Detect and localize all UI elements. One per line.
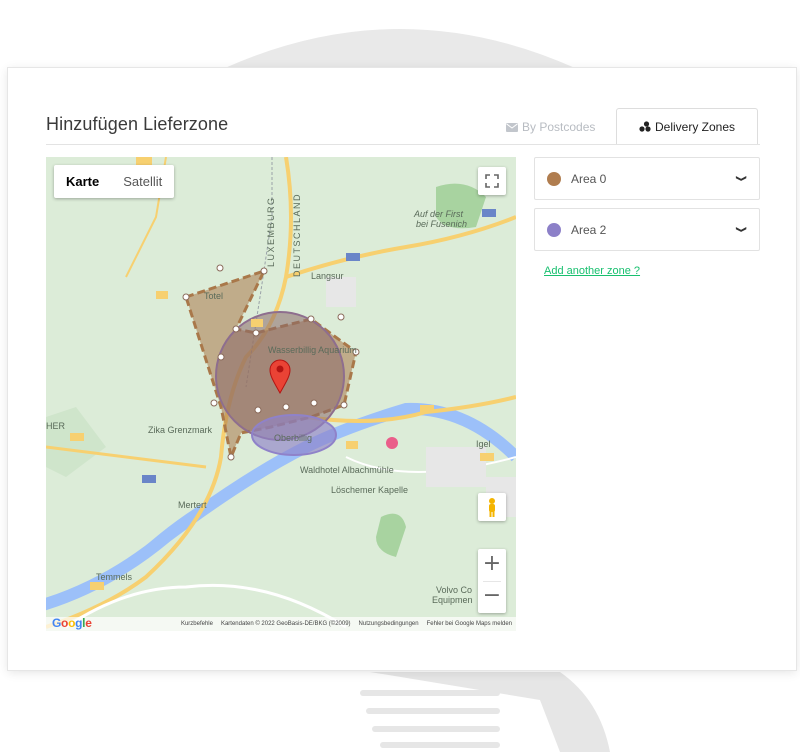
chevron-down-icon[interactable]: ❯	[735, 175, 746, 182]
attrib-shortcuts[interactable]: Kurzbefehle	[181, 621, 213, 627]
envelope-icon	[506, 122, 518, 132]
map-canvas[interactable]: LUXEMBURG DEUTSCHLAND Langsur Auf der Fi…	[46, 157, 516, 631]
hotel-poi-icon[interactable]	[386, 437, 398, 449]
map-label-temmels: Temmels	[96, 572, 133, 582]
pegman-icon	[489, 498, 495, 517]
zone-color-dot	[547, 171, 561, 186]
tab-by-postcodes[interactable]: By Postcodes	[506, 120, 595, 134]
map-label-deutschland: DEUTSCHLAND	[292, 193, 302, 277]
tab-by-postcodes-label: By Postcodes	[522, 120, 596, 134]
fullscreen-button[interactable]	[478, 167, 506, 195]
zoom-out-button[interactable]: −	[478, 581, 506, 613]
map-label-equipment: Equipmen	[432, 595, 473, 605]
map-label-waldhotel: Waldhotel Albachmühle	[300, 465, 394, 475]
zone-item-area-0[interactable]: Area 0 ❯	[534, 157, 760, 200]
zone-map[interactable]: LUXEMBURG DEUTSCHLAND Langsur Auf der Fi…	[46, 157, 516, 631]
zone-item-area-2[interactable]: Area 2 ❯	[534, 208, 760, 251]
attrib-terms[interactable]: Nutzungsbedingungen	[359, 621, 419, 627]
delivery-zone-card: Hinzufügen Lieferzone By Postcodes Deliv…	[8, 68, 796, 670]
map-label-langsur: Langsur	[311, 271, 344, 281]
page-title: Hinzufügen Lieferzone	[46, 114, 229, 134]
attrib-report[interactable]: Fehler bei Google Maps melden	[427, 621, 512, 627]
fullscreen-icon	[485, 174, 499, 188]
map-attribution: Kurzbefehle Kartendaten © 2022 GeoBasis-…	[46, 617, 516, 631]
map-label-zika: Zika Grenzmark	[148, 425, 213, 435]
map-label-kapelle: Löschemer Kapelle	[331, 485, 408, 495]
map-label-luxemburg: LUXEMBURG	[266, 196, 276, 267]
zone-color-dot	[547, 222, 561, 237]
map-label-wasserbillig: Wasserbillig Aquarium	[268, 345, 357, 355]
map-type-satellit[interactable]: Satellit	[111, 165, 174, 198]
map-label-volvo: Volvo Co	[436, 585, 472, 595]
map-type-control: Karte Satellit	[54, 165, 175, 198]
zone-label: Area 0	[571, 171, 607, 186]
tab-delivery-zones[interactable]: Delivery Zones	[616, 108, 758, 145]
chevron-down-icon[interactable]: ❯	[735, 226, 746, 233]
map-label-mertert: Mertert	[178, 500, 207, 510]
attrib-data: Kartendaten © 2022 GeoBasis-DE/BKG (©200…	[220, 621, 351, 627]
tab-delivery-zones-label: Delivery Zones	[654, 119, 736, 134]
zones-icon	[639, 121, 651, 132]
zoom-control: + −	[478, 549, 506, 613]
map-label-oberbillig: Oberbillig	[274, 433, 312, 443]
map-label-first: Auf der First	[413, 209, 464, 219]
zone-label: Area 2	[571, 222, 607, 237]
map-type-karte[interactable]: Karte	[54, 165, 111, 198]
map-label-her: HER	[46, 421, 66, 431]
header-divider	[46, 144, 760, 145]
add-zone-link[interactable]: Add another zone ?	[544, 265, 640, 277]
zones-panel: Area 0 ❯ Area 2 ❯ Add another zone ?	[534, 157, 760, 279]
street-view-button[interactable]	[478, 493, 506, 521]
zoom-in-button[interactable]: +	[478, 549, 506, 581]
map-label-totel: Totel	[204, 291, 223, 301]
google-logo: Google	[52, 616, 92, 630]
map-label-igel: Igel	[476, 439, 491, 449]
map-label-fusenich: bei Fusenich	[416, 219, 467, 229]
